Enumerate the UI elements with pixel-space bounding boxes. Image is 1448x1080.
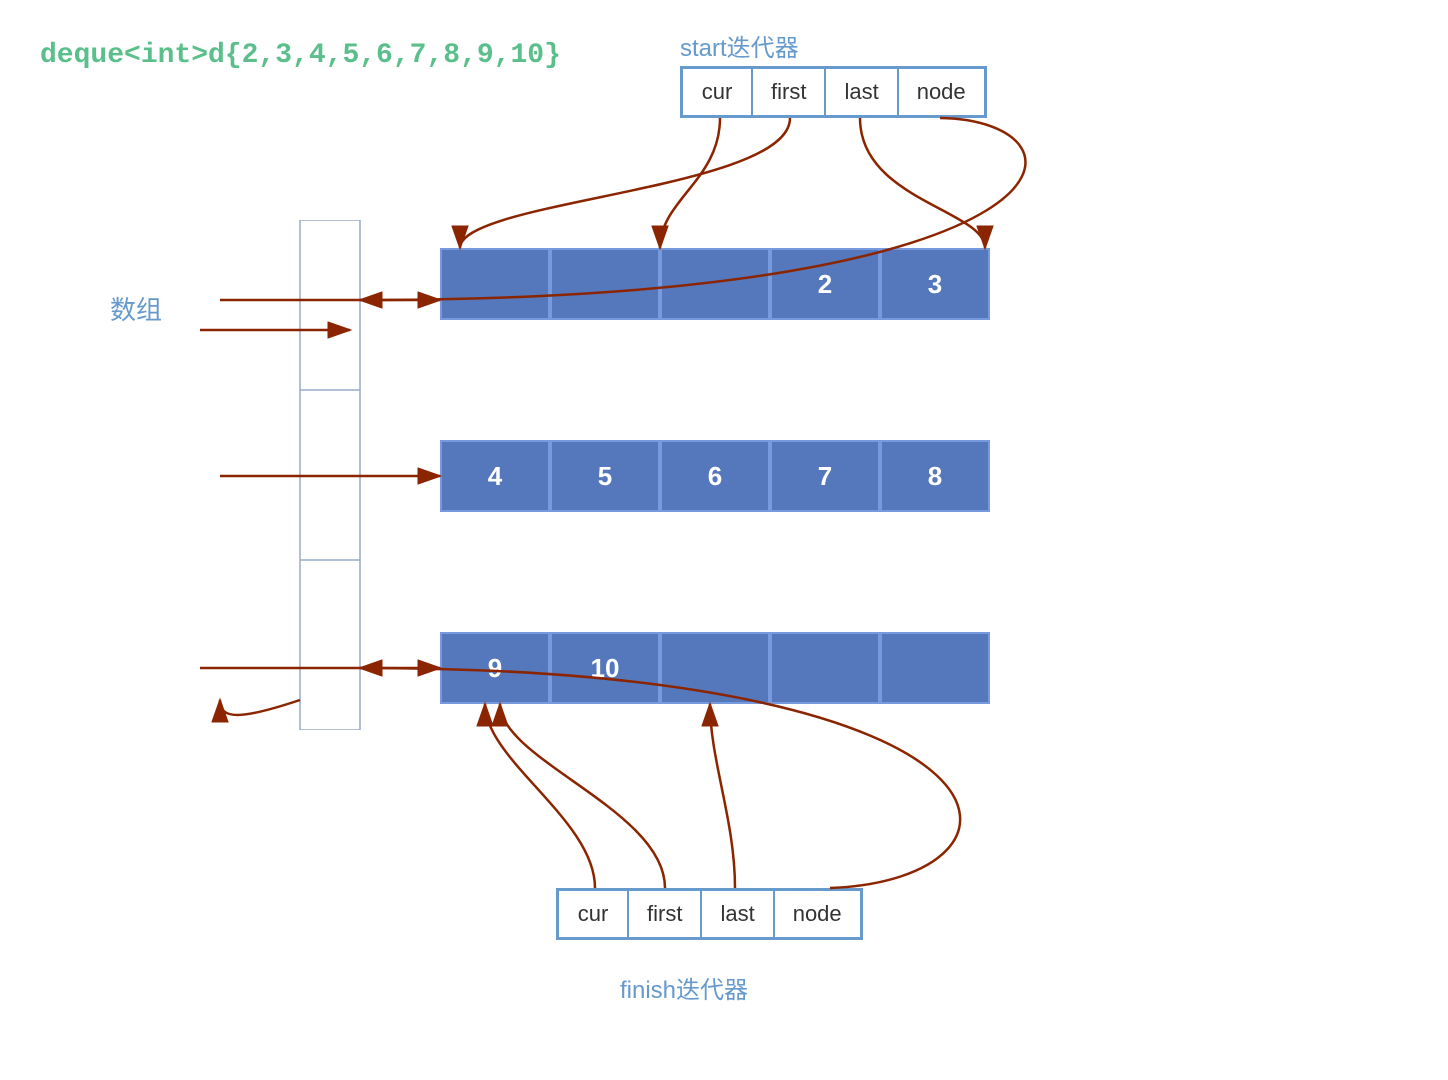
finish-iter-cur: cur (558, 890, 628, 938)
buf3-cell2 (660, 632, 770, 704)
buf2-cell2: 6 (660, 440, 770, 512)
start-iter-cur: cur (682, 68, 752, 116)
buf1-cell2 (660, 248, 770, 320)
map-structure (270, 220, 390, 730)
finish-iterator-box: cur first last node (556, 888, 863, 940)
buf2-cell0: 4 (440, 440, 550, 512)
buf3-cell3 (770, 632, 880, 704)
buffer-row-1: 2 3 (440, 248, 990, 320)
buf1-cell0 (440, 248, 550, 320)
main-canvas: deque<int>d{2,3,4,5,6,7,8,9,10} start迭代器… (0, 0, 1448, 1080)
buffer-row-2: 4 5 6 7 8 (440, 440, 990, 512)
start-iter-node: node (898, 68, 985, 116)
buf2-cell1: 5 (550, 440, 660, 512)
buf3-cell0: 9 (440, 632, 550, 704)
start-iterator-box: cur first last node (680, 66, 987, 118)
buf3-cell4 (880, 632, 990, 704)
code-label: deque<int>d{2,3,4,5,6,7,8,9,10} (40, 40, 561, 71)
buf2-cell4: 8 (880, 440, 990, 512)
finish-iter-first: first (628, 890, 701, 938)
buf3-cell1: 10 (550, 632, 660, 704)
start-iter-label: start迭代器 (680, 28, 799, 63)
finish-iter-label: finish迭代器 (620, 970, 748, 1005)
finish-iter-node: node (774, 890, 861, 938)
buf1-cell3: 2 (770, 248, 880, 320)
start-iter-last: last (825, 68, 897, 116)
start-iter-first: first (752, 68, 825, 116)
finish-iter-last: last (701, 890, 773, 938)
buffer-row-3: 9 10 (440, 632, 990, 704)
buf2-cell3: 7 (770, 440, 880, 512)
map-label: 数组 (110, 290, 162, 327)
buf1-cell4: 3 (880, 248, 990, 320)
buf1-cell1 (550, 248, 660, 320)
